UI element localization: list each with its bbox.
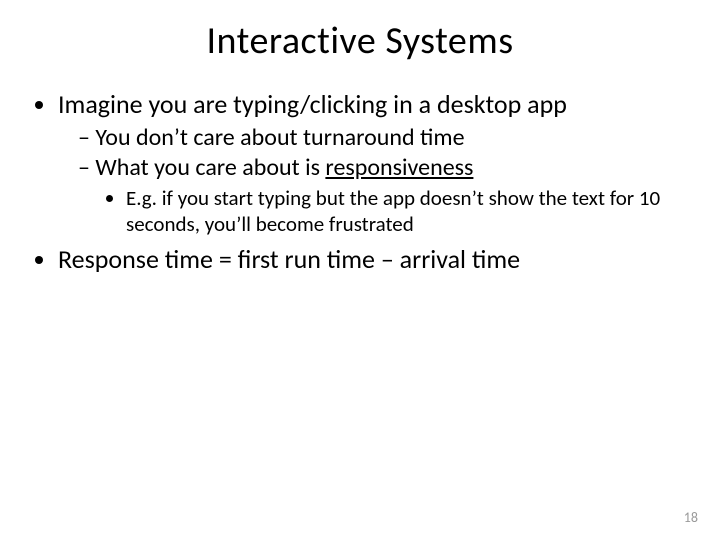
bullet-1-sub-2-eg: E.g. if you start typing but the app doe… (126, 185, 690, 238)
bullet-1-sublist: You don’t care about turnaround time Wha… (58, 123, 690, 238)
bullet-1-sub-2-pre: What you care about is (95, 153, 325, 182)
bullet-1-sub-1: You don’t care about turnaround time (78, 123, 690, 153)
slide: Interactive Systems Imagine you are typi… (0, 0, 720, 540)
slide-title: Interactive Systems (0, 0, 720, 64)
bullet-1-sub-2: What you care about is responsiveness E.… (78, 153, 690, 238)
bullet-1-sub-2-sublist: E.g. if you start typing but the app doe… (78, 185, 690, 238)
bullet-2: Response time = first run time – arrival… (58, 243, 690, 276)
slide-body: Imagine you are typing/clicking in a des… (0, 64, 720, 276)
bullet-1-text: Imagine you are typing/clicking in a des… (58, 88, 567, 120)
bullet-1-sub-2-underline: responsiveness (325, 153, 473, 182)
bullet-1: Imagine you are typing/clicking in a des… (58, 88, 690, 237)
page-number: 18 (684, 509, 698, 526)
bullet-list: Imagine you are typing/clicking in a des… (30, 88, 690, 276)
